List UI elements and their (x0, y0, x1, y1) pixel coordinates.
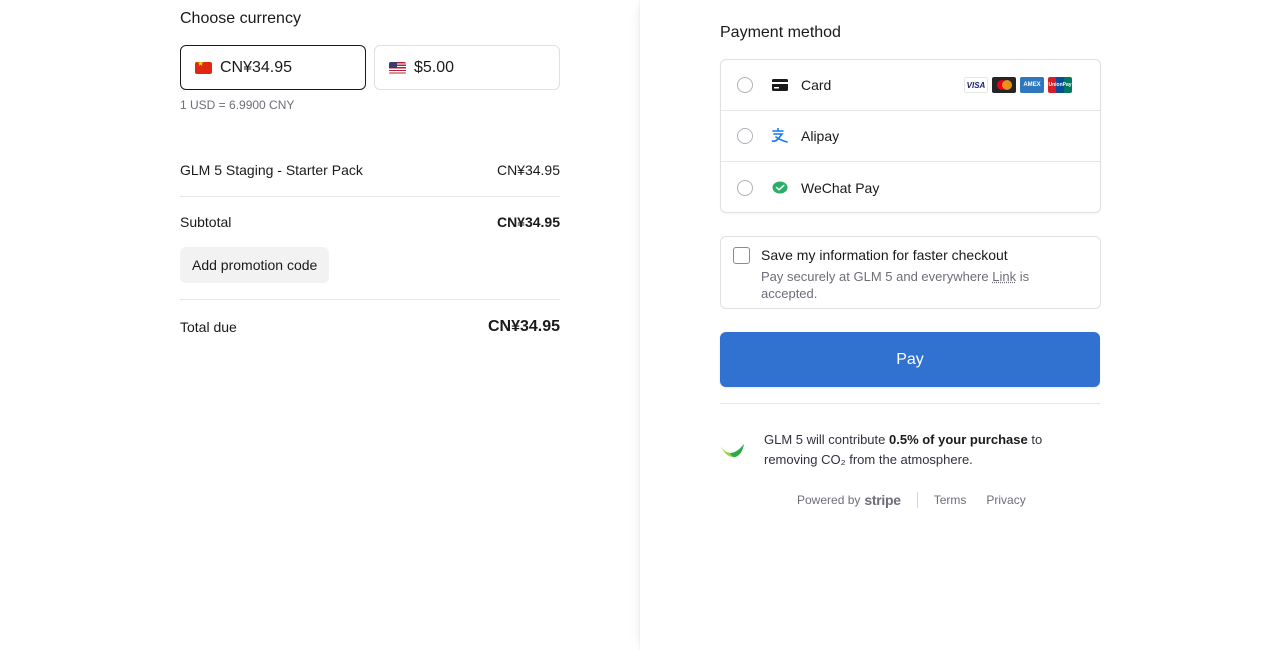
alipay-label: Alipay (801, 128, 840, 144)
terms-link[interactable]: Terms (934, 493, 967, 507)
add-promotion-code-button[interactable]: Add promotion code (180, 247, 330, 283)
currency-option-cny[interactable]: CN¥34.95 (180, 45, 366, 90)
divider (180, 196, 560, 197)
save-info-text: Pay securely at GLM 5 and everywhere (761, 269, 993, 284)
product-price: CN¥34.95 (496, 162, 560, 178)
climate-text-start: GLM 5 will contribute (764, 432, 889, 447)
payment-method-title: Payment method (720, 24, 841, 41)
currency-option-label: $5.00 (414, 58, 455, 76)
cn-flag-icon (195, 61, 212, 74)
save-info-box: Save my information for faster checkout … (720, 236, 1101, 309)
footer: Powered by stripe Terms Privacy (797, 492, 1026, 508)
unionpay-logo-icon: UnionPay (1048, 77, 1072, 93)
privacy-link[interactable]: Privacy (986, 493, 1025, 507)
save-info-title: Save my information for faster checkout (761, 247, 1008, 263)
link-brand-link[interactable]: Link (992, 269, 1016, 284)
payment-method-wechat-pay[interactable]: WeChat Pay (721, 162, 1100, 212)
visa-logo-icon: VISA (964, 77, 988, 93)
amex-logo-icon: AMEX (1020, 77, 1044, 93)
save-info-description: Pay securely at GLM 5 and everywhere Lin… (761, 268, 1081, 302)
card-radio[interactable] (737, 77, 753, 93)
climate-text-bold: 0.5% of your purchase (889, 432, 1028, 447)
wechat-pay-icon (771, 179, 789, 197)
powered-by-stripe[interactable]: Powered by stripe (797, 492, 901, 508)
alipay-radio[interactable] (737, 128, 753, 144)
wechat-pay-label: WeChat Pay (801, 179, 880, 196)
payment-method-card[interactable]: Card VISA AMEX UnionPay (721, 60, 1100, 111)
total-label: Total due (180, 319, 237, 335)
card-brand-logos: VISA AMEX UnionPay (964, 77, 1072, 93)
line-item-total: Total due CN¥34.95 (180, 318, 560, 336)
currency-option-usd[interactable]: $5.00 (374, 45, 560, 90)
mastercard-logo-icon (992, 77, 1016, 93)
wechat-pay-radio[interactable] (737, 179, 753, 196)
climate-contribution-text: GLM 5 will contribute 0.5% of your purch… (764, 430, 1084, 470)
payment-method-list: Card VISA AMEX UnionPay Alipay WeChat Pa… (720, 59, 1101, 213)
climate-leaf-icon (720, 440, 746, 460)
line-item-subtotal: Subtotal CN¥34.95 (180, 214, 560, 230)
card-icon (771, 76, 789, 94)
card-label: Card (801, 77, 832, 93)
subtotal-label: Subtotal (180, 214, 232, 230)
payment-method-alipay[interactable]: Alipay (721, 111, 1100, 162)
divider (720, 403, 1100, 404)
payment-panel: Payment method Card VISA AMEX UnionPay A… (640, 0, 1280, 650)
currency-option-label: CN¥34.95 (220, 58, 293, 76)
subtotal-amount: CN¥34.95 (496, 214, 560, 230)
currency-title: Choose currency (180, 10, 301, 27)
divider (180, 299, 560, 300)
total-amount: CN¥34.95 (487, 318, 560, 335)
save-info-checkbox[interactable] (733, 247, 750, 264)
product-name: GLM 5 Staging - Starter Pack (180, 162, 363, 178)
powered-by-label: Powered by (797, 493, 861, 507)
pay-button[interactable]: Pay (720, 332, 1100, 387)
us-flag-icon (389, 61, 406, 74)
order-summary-panel: Choose currency CN¥34.95 $5.00 1 USD = 6… (0, 0, 640, 650)
stripe-logo: stripe (864, 492, 901, 508)
alipay-icon (771, 127, 789, 145)
exchange-rate-note: 1 USD = 6.9900 CNY (180, 98, 295, 112)
footer-separator (916, 492, 918, 508)
line-item-product: GLM 5 Staging - Starter Pack CN¥34.95 (180, 162, 560, 178)
currency-options: CN¥34.95 $5.00 (180, 45, 560, 90)
